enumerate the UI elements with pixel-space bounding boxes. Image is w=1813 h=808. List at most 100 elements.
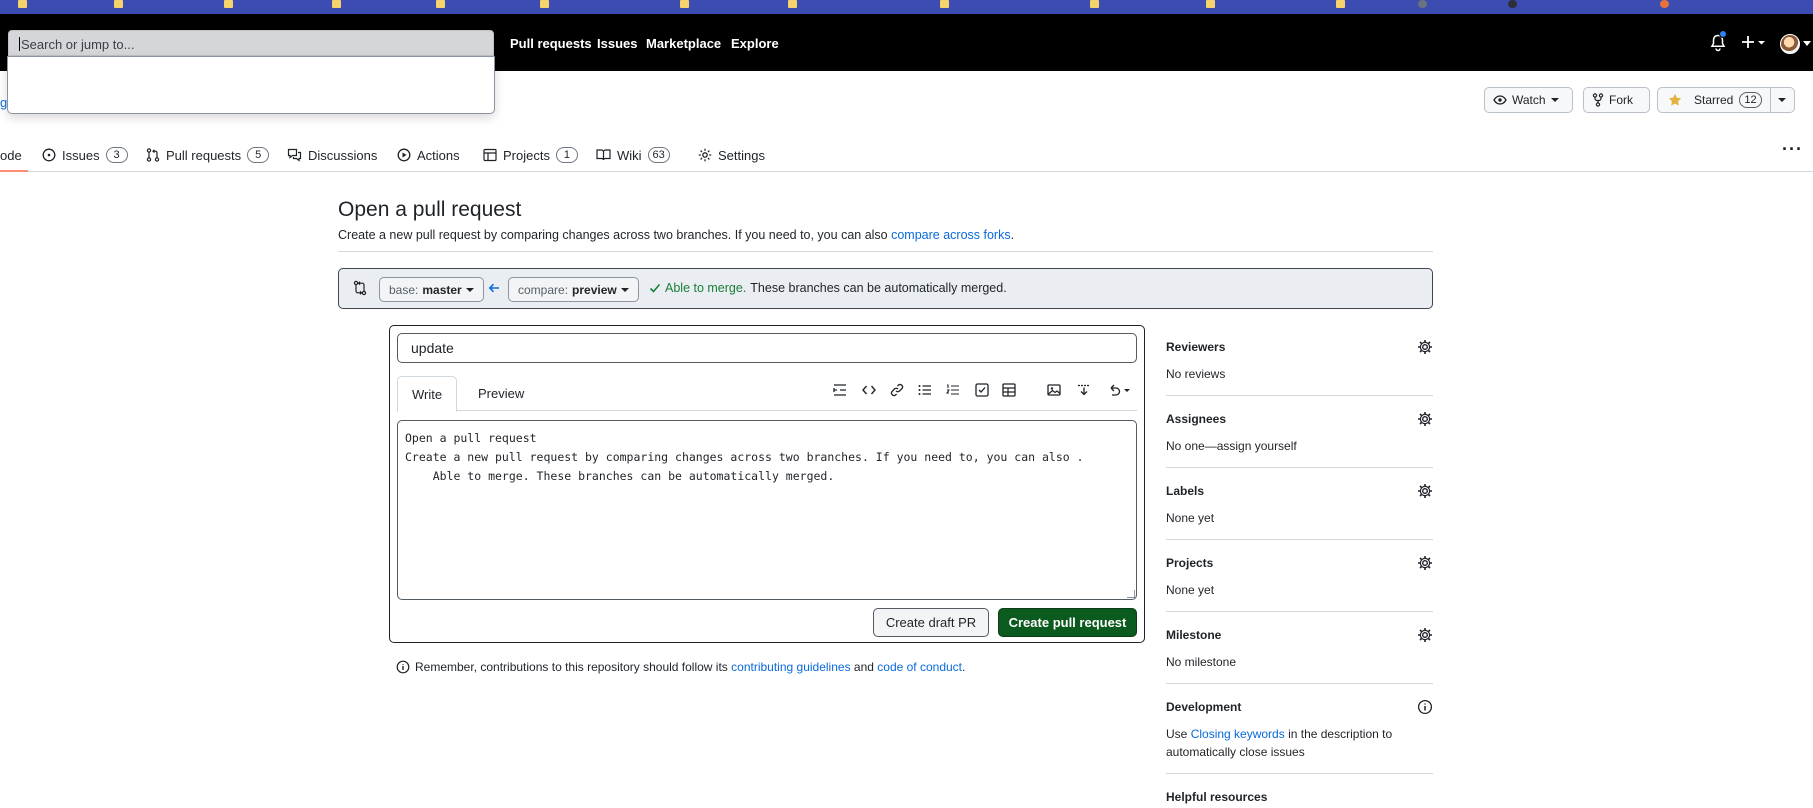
editor-tabs: Write Preview [397, 376, 1137, 412]
reviewers-heading[interactable]: Reviewers [1166, 340, 1225, 354]
chevron-down-icon [465, 287, 474, 292]
labels-value: None yet [1166, 511, 1215, 525]
development-heading: Development [1166, 700, 1242, 714]
assignees-heading[interactable]: Assignees [1166, 412, 1226, 426]
tab-pull-requests-count: 5 [247, 147, 270, 163]
numbered-list-icon[interactable] [944, 381, 962, 399]
gear-icon[interactable] [1417, 555, 1433, 571]
table-icon[interactable] [1000, 381, 1018, 399]
tab-wiki-label: Wiki [617, 147, 642, 163]
tab-issues-label: Issues [62, 147, 100, 163]
compare-branch-select[interactable]: compare: preview [508, 277, 639, 302]
tab-projects-count: 1 [555, 147, 578, 163]
code-of-conduct-link[interactable]: code of conduct [877, 660, 962, 674]
search-input[interactable]: Search or jump to... [8, 30, 494, 56]
plus-icon[interactable] [1740, 34, 1768, 50]
image-icon[interactable] [1045, 381, 1063, 399]
assignees-value[interactable]: No one—assign yourself [1166, 437, 1297, 455]
tab-projects[interactable]: Projects 1 [483, 142, 578, 168]
bookmark-site-icon[interactable] [1508, 0, 1517, 8]
pr-body-textarea[interactable]: Open a pull request Create a new pull re… [397, 420, 1137, 600]
info-icon[interactable] [1417, 699, 1433, 715]
tab-wiki[interactable]: Wiki 63 [596, 142, 670, 168]
nav-pull-requests[interactable]: Pull requests [510, 36, 592, 51]
nav-marketplace[interactable]: Marketplace [646, 36, 721, 51]
milestone-heading[interactable]: Milestone [1166, 628, 1221, 642]
tab-pull-requests[interactable]: Pull requests 5 [146, 142, 270, 168]
sidebar-projects: Projects None yet [1166, 556, 1433, 612]
search-suggestions-dropdown[interactable] [7, 56, 495, 114]
bullet-list-icon[interactable] [916, 381, 934, 399]
sidebar-labels: Labels None yet [1166, 484, 1433, 540]
bookmark-folder-icon[interactable] [224, 0, 233, 8]
labels-heading[interactable]: Labels [1166, 484, 1204, 498]
tab-code[interactable]: ode [0, 142, 22, 168]
contributing-guidelines-link[interactable]: contributing guidelines [731, 660, 850, 674]
bookmark-folder-icon[interactable] [332, 0, 341, 8]
divider [338, 251, 1433, 252]
subtitle-end: . [1010, 228, 1015, 242]
watch-button[interactable]: Watch [1484, 87, 1573, 113]
check-icon [649, 282, 661, 294]
tab-actions[interactable]: Actions [397, 142, 460, 168]
branch-compare-bar: base: master compare: preview Able to me… [338, 268, 1433, 309]
gear-icon[interactable] [1417, 411, 1433, 427]
breadcrumb[interactable]: g [0, 95, 7, 110]
star-list-dropdown[interactable] [1771, 88, 1794, 112]
undo-icon[interactable] [1106, 381, 1132, 399]
tab-wiki-count: 63 [647, 147, 670, 163]
tab-issues[interactable]: Issues 3 [42, 142, 128, 168]
gear-icon[interactable] [1417, 483, 1433, 499]
base-branch-select[interactable]: base: master [379, 277, 484, 302]
closing-keywords-link[interactable]: Closing keywords [1191, 727, 1285, 741]
nav-explore[interactable]: Explore [731, 36, 779, 51]
more-options-icon[interactable]: ··· [1782, 139, 1803, 160]
fork-button[interactable]: Fork [1583, 87, 1650, 113]
starred-label: Starred [1694, 93, 1734, 107]
gear-icon[interactable] [1417, 627, 1433, 643]
task-list-icon[interactable] [973, 381, 991, 399]
pr-title-input[interactable] [397, 333, 1137, 363]
fork-icon [1592, 93, 1604, 107]
notice-and: and [850, 660, 878, 674]
collapse-section-icon[interactable] [1075, 381, 1093, 399]
bookmark-folder-icon[interactable] [788, 0, 797, 8]
gear-icon [698, 148, 712, 162]
bookmark-folder-icon[interactable] [18, 0, 27, 8]
projects-heading[interactable]: Projects [1166, 556, 1213, 570]
avatar[interactable] [1780, 34, 1800, 54]
contribution-notice: Remember, contributions to this reposito… [396, 660, 965, 674]
compare-forks-link[interactable]: compare across forks [891, 228, 1010, 242]
bookmark-folder-icon[interactable] [436, 0, 445, 8]
chevron-down-icon[interactable] [1803, 41, 1811, 47]
watch-label: Watch [1512, 93, 1546, 107]
gear-icon[interactable] [1417, 339, 1433, 355]
link-icon[interactable] [888, 381, 906, 399]
create-pull-request-button[interactable]: Create pull request [998, 608, 1137, 637]
compare-branch-value: preview [572, 282, 617, 297]
development-text: Use [1166, 727, 1191, 741]
tab-write[interactable]: Write [397, 376, 458, 412]
create-draft-pr-button[interactable]: Create draft PR [873, 608, 989, 637]
bookmark-site-icon[interactable] [1660, 0, 1669, 8]
arrow-left-icon [488, 282, 500, 294]
bookmark-folder-icon[interactable] [940, 0, 949, 8]
merge-status-detail: These branches can be automatically merg… [750, 281, 1007, 295]
tab-preview[interactable]: Preview [464, 376, 538, 412]
tab-settings[interactable]: Settings [698, 142, 765, 168]
bookmark-site-icon[interactable] [1418, 0, 1427, 8]
resize-handle[interactable] [1127, 590, 1135, 598]
bookmark-folder-icon[interactable] [680, 0, 689, 8]
starred-button[interactable]: Starred 12 [1658, 88, 1771, 112]
bookmark-folder-icon[interactable] [114, 0, 123, 8]
heading-icon[interactable] [831, 381, 849, 399]
tab-discussions[interactable]: Discussions [287, 142, 377, 168]
bookmark-folder-icon[interactable] [540, 0, 549, 8]
bookmark-folder-icon[interactable] [1336, 0, 1345, 8]
nav-issues[interactable]: Issues [597, 36, 637, 51]
code-icon[interactable] [860, 381, 878, 399]
tab-code-label: ode [0, 147, 22, 163]
bookmark-folder-icon[interactable] [1206, 0, 1215, 8]
info-icon [396, 660, 410, 674]
bookmark-folder-icon[interactable] [1090, 0, 1099, 8]
